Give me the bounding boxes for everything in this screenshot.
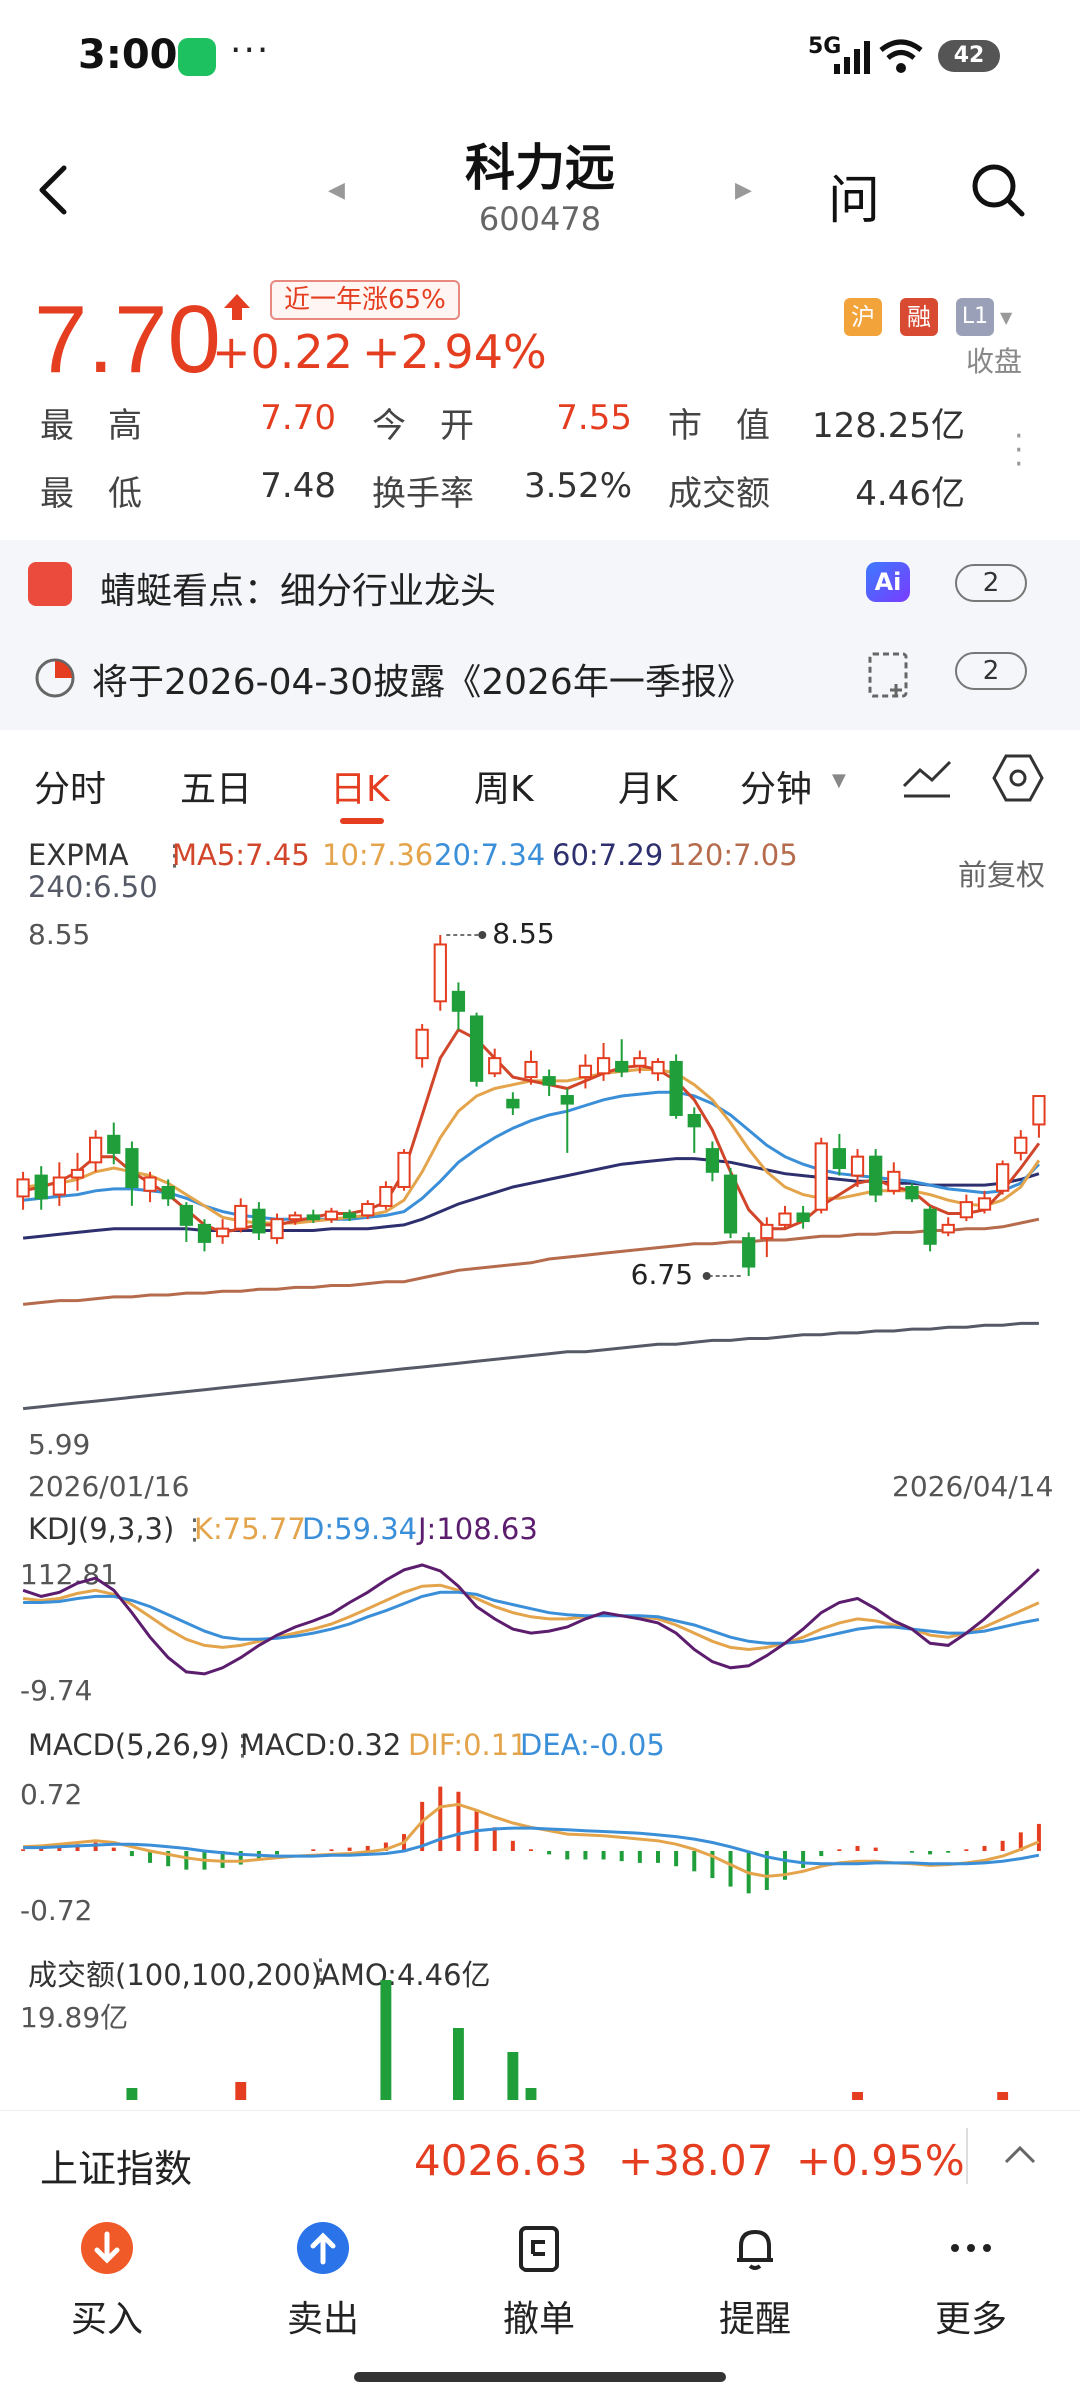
index-name[interactable]: 上证指数 [40,2138,192,2193]
bell-icon [737,2229,773,2270]
amount-bar [380,1980,392,2100]
sell-label: 卖出 [286,2299,359,2340]
amount-bar [126,2088,138,2100]
amount-bar [852,2092,863,2100]
candle-body [687,1113,701,1128]
candle-body [524,1060,538,1079]
alert-label: 提醒 [718,2299,791,2340]
candle-body [578,1064,593,1079]
candle-body [288,1214,302,1221]
candle-body [705,1148,720,1173]
home-indicator[interactable] [354,2372,726,2382]
candle-body [596,1057,611,1075]
amount-bar [997,2092,1009,2100]
candle-body [488,1057,502,1075]
kline-chart[interactable] [0,0,1080,2110]
max-marker-dot [478,931,487,939]
candle-body [451,990,466,1012]
max-price-marker: 8.55 [492,917,555,950]
candle-body [34,1174,48,1200]
more-label: 更多 [934,2299,1007,2340]
candle-body [814,1142,828,1211]
cancel-order-label: 撤单 [502,2299,575,2340]
divider [966,2128,968,2184]
candle-body [1032,1095,1046,1126]
candle-body [959,1201,973,1219]
candle-body [542,1076,556,1086]
amount-bar [525,2088,537,2100]
candle-body [651,1060,665,1075]
candle-body [270,1218,284,1240]
candle-body [143,1176,157,1192]
ma-line-240 [22,1321,1039,1411]
ma-line-60 [22,1157,1040,1240]
candle-body [905,1185,919,1200]
candle-body [52,1176,66,1196]
more-button[interactable]: 更多 [896,2220,1046,2342]
chevron-up-icon[interactable] [1000,2140,1040,2170]
candle-body [125,1148,139,1188]
candle-body [560,1095,574,1105]
candle-body [869,1155,883,1196]
candle-body [941,1223,955,1234]
candle-body [70,1168,85,1179]
candle-body [197,1223,212,1243]
candle-body [887,1170,901,1192]
candle-body [361,1203,375,1217]
candle-body [433,943,447,1003]
candle-body [996,1163,1010,1192]
candle-body [397,1151,411,1188]
cancel-order-icon [519,2226,559,2272]
candle-body [179,1204,193,1226]
candle-body [615,1060,629,1073]
candle-body [760,1223,774,1240]
candle-body [923,1208,937,1245]
min-marker-dot [702,1272,711,1281]
candle-body [723,1174,738,1234]
alert-button[interactable]: 提醒 [680,2220,830,2342]
macd-line-DIF [23,1802,1040,1878]
index-change: +38.07 [618,2136,774,2185]
ma-line-120 [22,1217,1040,1306]
candle-body [16,1178,30,1198]
candle-body [850,1155,865,1177]
candle-body [234,1204,248,1230]
candle-body [415,1028,429,1060]
candle-body [89,1136,103,1164]
candle-body [977,1197,992,1211]
buy-label: 买入 [70,2299,143,2340]
candle-body [215,1227,230,1238]
candle-body [342,1212,357,1219]
candle-body [796,1212,810,1223]
candle-body [379,1185,393,1207]
buy-icon [81,2222,133,2274]
candle-body [778,1212,792,1226]
index-value: 4026.63 [414,2136,588,2185]
candle-body [506,1098,520,1109]
candle-body [633,1057,647,1067]
candle-body [324,1210,339,1221]
amount-bar [235,2082,247,2100]
candle-body [469,1015,484,1082]
sell-button[interactable]: 卖出 [248,2220,398,2342]
amount-bar [452,2028,464,2100]
candle-body [669,1060,683,1116]
buy-button[interactable]: 买入 [32,2220,182,2342]
amount-bar [507,2052,519,2100]
candle-body [161,1185,175,1200]
index-change-pct: +0.95% [796,2136,965,2185]
candle-body [742,1237,756,1268]
candle-body [252,1208,266,1234]
candle-body [832,1148,847,1170]
candle-body [1014,1136,1028,1154]
more-icon [951,2244,991,2252]
candle-body [306,1214,320,1221]
candle-body [107,1134,121,1154]
min-price-marker: 6.75 [630,1258,694,1292]
cancel-order-button[interactable]: 撤单 [464,2220,614,2342]
sell-icon [297,2222,349,2274]
macd-line-DEA [23,1826,1040,1866]
